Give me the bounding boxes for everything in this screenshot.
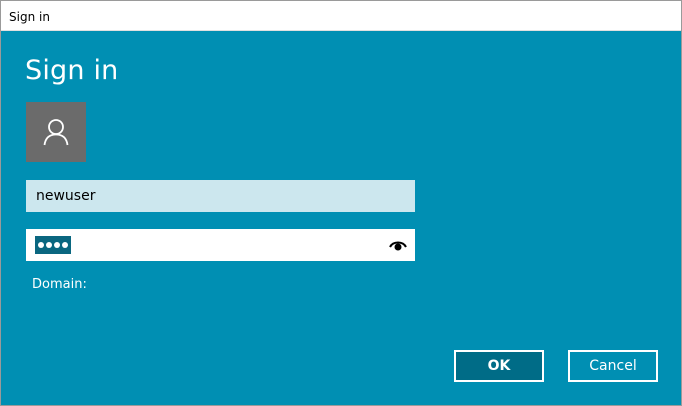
- cancel-button[interactable]: Cancel: [568, 350, 658, 382]
- avatar: [26, 102, 86, 162]
- window-title: Sign in: [9, 10, 50, 24]
- ok-button[interactable]: OK: [454, 350, 544, 382]
- password-masked-text: [35, 236, 71, 254]
- domain-label: Domain:: [32, 277, 87, 292]
- title-bar: Sign in: [1, 1, 681, 31]
- eye-icon: [389, 241, 407, 251]
- password-input[interactable]: [26, 229, 415, 261]
- sign-in-window: Sign in Sign in Domain: OK Cancel: [0, 0, 682, 406]
- reveal-password-button[interactable]: [387, 235, 409, 255]
- user-icon: [43, 119, 69, 146]
- dialog-heading: Sign in: [25, 55, 119, 86]
- username-input[interactable]: [26, 180, 415, 212]
